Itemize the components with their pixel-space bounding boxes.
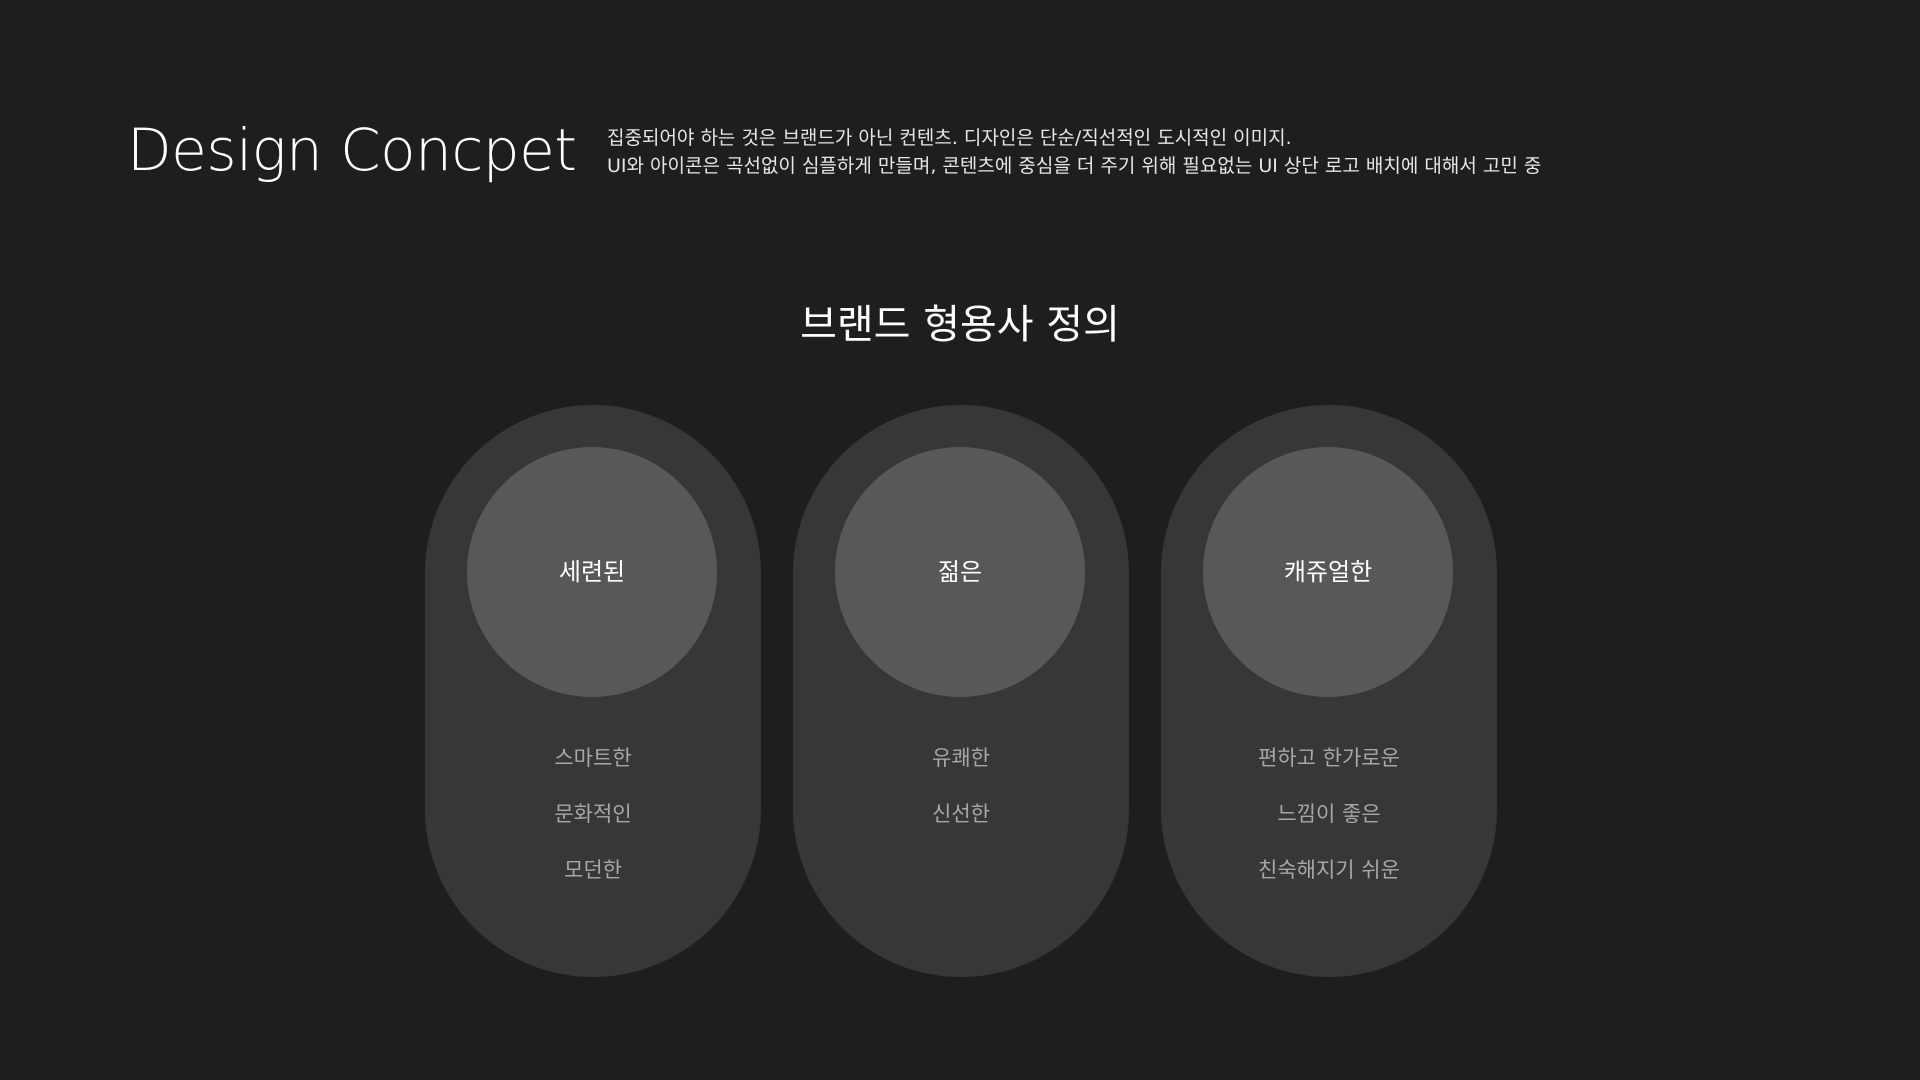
adjective-card-sophisticated: 세련된 스마트한 문화적인 모던한 [425, 405, 761, 977]
attribute-list: 편하고 한가로운 느낌이 좋은 친숙해지기 쉬운 [1161, 730, 1497, 898]
section-title: 브랜드 형용사 정의 [800, 302, 1120, 348]
attribute-item: 편하고 한가로운 [1258, 746, 1400, 770]
attribute-item: 스마트한 [554, 746, 632, 770]
adjective-label: 세련된 [558, 558, 626, 586]
description-line: 집중되어야 하는 것은 브랜드가 아닌 컨텐츠. 디자인은 단순/직선적인 도시… [607, 127, 1292, 149]
adjective-label: 젊은 [937, 558, 983, 586]
attribute-item: 신선한 [932, 802, 990, 826]
page-title: Design Concpet [127, 116, 577, 184]
attribute-item: 느낌이 좋은 [1277, 802, 1381, 826]
attribute-item: 모던한 [564, 858, 622, 882]
slide-page: Design Concpet 집중되어야 하는 것은 브랜드가 아닌 컨텐츠. … [0, 0, 1920, 1080]
attribute-item: 문화적인 [554, 802, 632, 826]
adjective-circle: 세련된 [467, 447, 717, 697]
attribute-item: 유쾌한 [932, 746, 990, 770]
description-line: UI와 아이콘은 곡선없이 심플하게 만들며, 콘텐츠에 중심을 더 주기 위해… [607, 155, 1542, 177]
attribute-list: 스마트한 문화적인 모던한 [425, 730, 761, 898]
attribute-item: 친숙해지기 쉬운 [1258, 858, 1400, 882]
adjective-circle: 젊은 [835, 447, 1085, 697]
concept-description: 집중되어야 하는 것은 브랜드가 아닌 컨텐츠. 디자인은 단순/직선적인 도시… [607, 124, 1827, 180]
adjective-label: 캐쥬얼한 [1283, 558, 1373, 586]
adjective-card-casual: 캐쥬얼한 편하고 한가로운 느낌이 좋은 친숙해지기 쉬운 [1161, 405, 1497, 977]
attribute-list: 유쾌한 신선한 [793, 730, 1129, 842]
adjective-card-young: 젊은 유쾌한 신선한 [793, 405, 1129, 977]
adjective-circle: 캐쥬얼한 [1203, 447, 1453, 697]
